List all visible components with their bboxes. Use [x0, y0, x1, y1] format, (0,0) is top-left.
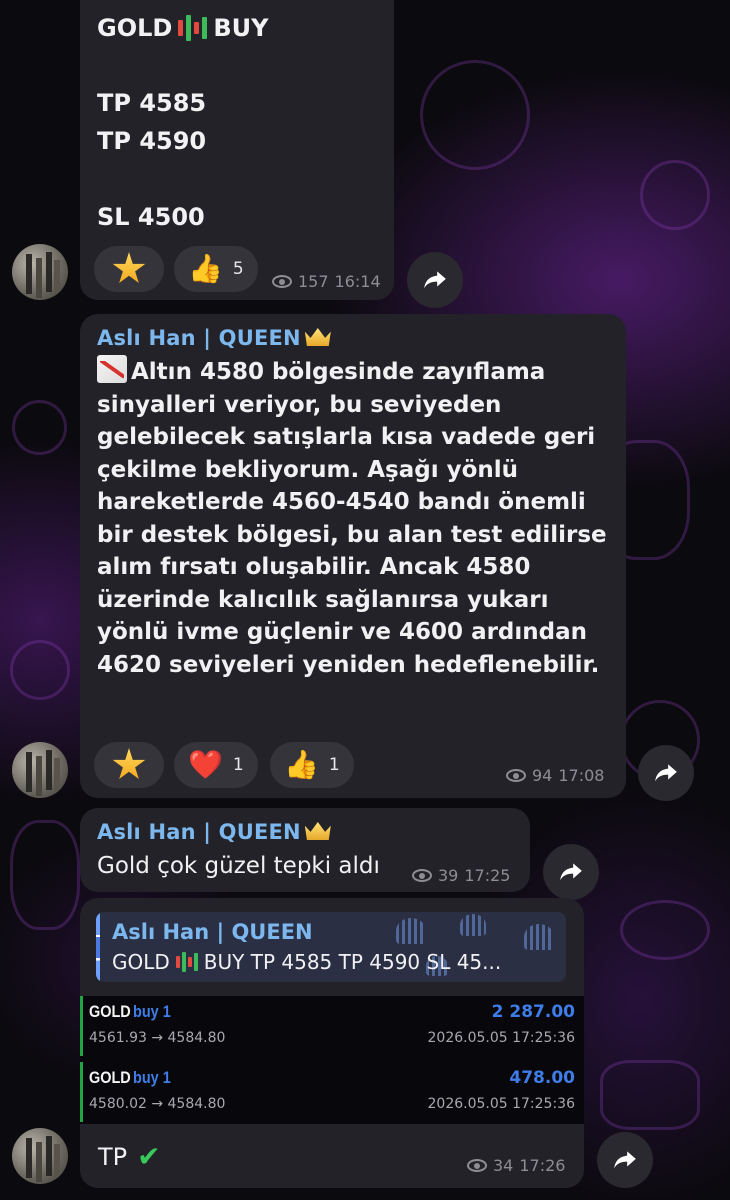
- star-icon: [112, 748, 146, 779]
- trade-screenshot[interactable]: GOLD buy 1 2 287.00 4561.93 → 4584.80 20…: [80, 996, 584, 1124]
- trade-bar: [80, 1062, 83, 1122]
- trade-prices: 4561.93 → 4584.80: [89, 1030, 226, 1046]
- message-text: Gold çok güzel tepki aldı: [97, 853, 380, 879]
- candlestick-icon: [175, 951, 198, 973]
- take-profit-1: TP 4585: [97, 89, 207, 117]
- check-mark-icon: ✔: [137, 1140, 161, 1173]
- share-icon: [614, 1151, 636, 1169]
- reaction-heart[interactable]: ❤️ 1: [174, 742, 258, 788]
- trade-prices: 4580.02 → 4584.80: [89, 1096, 226, 1112]
- forward-button[interactable]: [543, 844, 599, 900]
- shell-decor-icon: [396, 918, 426, 944]
- message-bubble-analysis[interactable]: Aslı Han | QUEEN Altın 4580 bölgesinde z…: [80, 314, 626, 798]
- forward-button[interactable]: [638, 745, 694, 801]
- trade-datetime: 2026.05.05 17:25:36: [427, 1096, 576, 1112]
- chart-increasing-icon: [97, 355, 127, 383]
- message-bubble-short[interactable]: Aslı Han | QUEEN Gold çok güzel tepki al…: [80, 808, 530, 892]
- message-text: Altın 4580 bölgesinde zayıflama sinyalle…: [97, 355, 611, 681]
- avatar[interactable]: [12, 742, 68, 798]
- message-meta: 34 17:26: [467, 1156, 565, 1175]
- reaction-count: 1: [328, 755, 340, 775]
- reaction-thumbs-up[interactable]: 👍 1: [270, 742, 354, 788]
- trade-symbol: GOLD: [89, 1002, 131, 1021]
- message-meta: 94 17:08: [506, 766, 604, 785]
- reply-bar: [96, 912, 100, 982]
- trade-datetime: 2026.05.05 17:25:36: [427, 1030, 576, 1046]
- avatar[interactable]: [12, 1128, 68, 1184]
- reply-preview[interactable]: Aslı Han | QUEEN GOLD BUY TP 4585 TP 459…: [96, 912, 566, 982]
- trade-profit: 478.00: [509, 1068, 575, 1088]
- forward-button[interactable]: [407, 252, 463, 308]
- reaction-thumbs-up[interactable]: 👍 5: [174, 246, 258, 292]
- message-meta: 157 16:14: [272, 272, 381, 291]
- views-icon: [467, 1159, 487, 1172]
- view-count: 157: [298, 272, 329, 291]
- trade-bar: [80, 996, 83, 1056]
- message-text: TP ✔: [98, 1140, 161, 1173]
- view-count: 39: [438, 866, 459, 885]
- stop-loss: SL 4500: [97, 203, 205, 231]
- trade-side: buy 1: [133, 1068, 171, 1087]
- signal-title: GOLD BUY: [97, 14, 269, 42]
- message-time: 17:26: [519, 1156, 566, 1175]
- share-icon: [655, 764, 677, 782]
- view-count: 34: [493, 1156, 514, 1175]
- take-profit-2: TP 4590: [97, 127, 207, 155]
- trade-symbol: GOLD: [89, 1068, 131, 1087]
- reply-sender: Aslı Han | QUEEN: [112, 920, 313, 944]
- views-icon: [506, 769, 526, 782]
- trade-side: buy 1: [133, 1002, 171, 1021]
- shell-decor-icon: [460, 914, 486, 936]
- reaction-count: 1: [232, 755, 244, 775]
- share-icon: [560, 863, 582, 881]
- crown-icon: [304, 328, 331, 346]
- message-time: 17:25: [464, 866, 511, 885]
- candlestick-icon: [178, 14, 208, 42]
- trade-row: GOLD buy 1 478.00 4580.02 → 4584.80 2026…: [80, 1062, 584, 1122]
- star-icon: [112, 252, 146, 283]
- reaction-count: 5: [232, 259, 244, 279]
- sender-name: Aslı Han | QUEEN: [97, 820, 331, 844]
- thumbs-up-icon: 👍: [188, 252, 223, 285]
- message-time: 17:08: [558, 766, 605, 785]
- star-reaction[interactable]: [94, 742, 164, 788]
- message-meta: 39 17:25: [412, 866, 510, 885]
- views-icon: [272, 275, 292, 288]
- share-icon: [424, 271, 446, 289]
- heart-icon: ❤️: [188, 748, 223, 781]
- thumbs-up-icon: 👍: [284, 748, 319, 781]
- sender-name: Aslı Han | QUEEN: [97, 326, 331, 350]
- trade-profit: 2 287.00: [491, 1002, 575, 1022]
- trade-row: GOLD buy 1 2 287.00 4561.93 → 4584.80 20…: [80, 996, 584, 1056]
- crown-icon: [304, 822, 331, 840]
- avatar[interactable]: [12, 244, 68, 300]
- views-icon: [412, 869, 432, 882]
- star-reaction[interactable]: [94, 246, 164, 292]
- message-time: 16:14: [334, 272, 381, 291]
- reply-text: GOLD BUY TP 4585 TP 4590 SL 45...: [112, 950, 502, 974]
- view-count: 94: [532, 766, 553, 785]
- forward-button[interactable]: [597, 1132, 653, 1188]
- shell-decor-icon: [524, 924, 554, 950]
